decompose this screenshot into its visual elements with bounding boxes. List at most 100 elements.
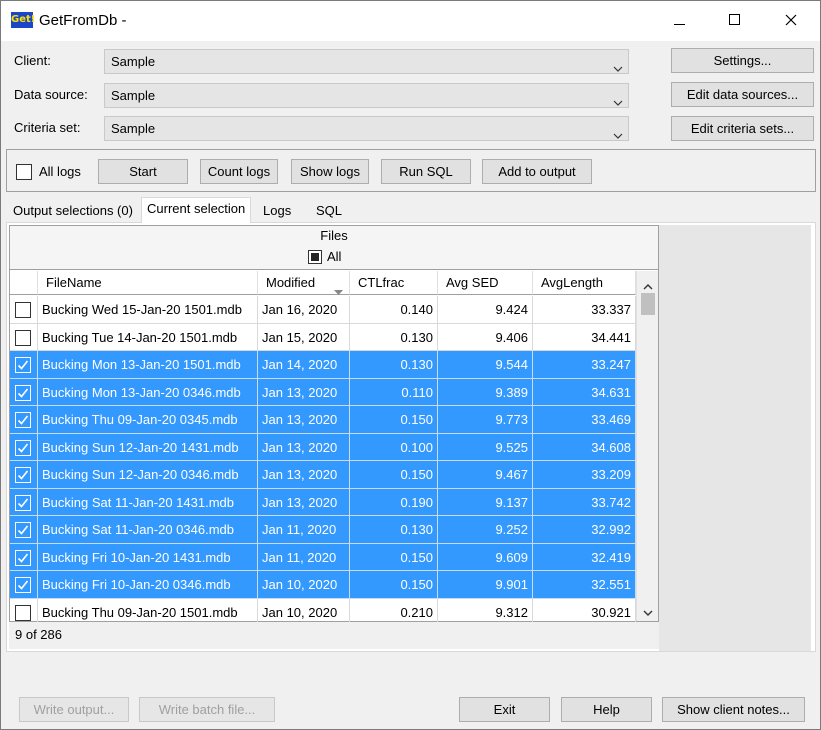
row-checkbox-cell[interactable] <box>10 461 38 489</box>
show-client-notes-button[interactable]: Show client notes... <box>662 697 805 722</box>
all-logs-checkbox[interactable] <box>16 164 32 180</box>
column-header-filename[interactable]: FileName <box>38 271 258 295</box>
cell-modified: Jan 16, 2020 <box>258 296 350 324</box>
cell-avglength: 34.441 <box>533 323 636 351</box>
grid-scrollbar[interactable] <box>636 271 658 621</box>
table-row[interactable]: Bucking Wed 15-Jan-20 1501.mdb Jan 16, 20… <box>10 296 636 324</box>
files-grid[interactable]: Files All FileName Modified CTLfrac Avg … <box>9 225 659 626</box>
row-checkbox-cell[interactable] <box>10 571 38 599</box>
table-row[interactable]: Bucking Mon 13-Jan-20 0346.mdb Jan 13, 20… <box>10 378 636 406</box>
add-to-output-button[interactable]: Add to output <box>482 159 592 184</box>
table-row[interactable]: Bucking Sun 12-Jan-20 0346.mdb Jan 13, 20… <box>10 461 636 489</box>
edit-datasources-button[interactable]: Edit data sources... <box>671 82 814 107</box>
edit-criteria-button[interactable]: Edit criteria sets... <box>671 116 814 141</box>
row-checkbox[interactable] <box>15 329 31 346</box>
scrollbar-thumb[interactable] <box>641 293 655 315</box>
row-checkbox[interactable] <box>15 604 31 621</box>
table-row[interactable]: Bucking Thu 09-Jan-20 0345.mdb Jan 13, 20… <box>10 406 636 434</box>
cell-modified: Jan 10, 2020 <box>258 571 350 599</box>
checkmark-icon <box>17 498 29 508</box>
count-logs-button[interactable]: Count logs <box>200 159 278 184</box>
chevron-down-icon <box>613 124 623 139</box>
row-checkbox-cell[interactable] <box>10 406 38 434</box>
settings-button[interactable]: Settings... <box>671 48 814 73</box>
row-checkbox-cell[interactable] <box>10 351 38 379</box>
row-checkbox-cell[interactable] <box>10 433 38 461</box>
start-button[interactable]: Start <box>98 159 188 184</box>
cell-modified: Jan 13, 2020 <box>258 433 350 461</box>
write-batch-file-button[interactable]: Write batch file... <box>139 697 275 722</box>
row-checkbox[interactable] <box>15 302 31 318</box>
select-all[interactable]: All <box>308 249 341 264</box>
row-checkbox-cell[interactable] <box>10 378 38 406</box>
exit-button[interactable]: Exit <box>459 697 550 722</box>
row-checkbox[interactable] <box>15 357 31 373</box>
table-row[interactable]: Bucking Sat 11-Jan-20 0346.mdb Jan 11, 20… <box>10 516 636 544</box>
table-row[interactable]: Bucking Mon 13-Jan-20 1501.mdb Jan 14, 20… <box>10 351 636 379</box>
criteria-select[interactable]: Sample <box>104 116 629 141</box>
action-toolbar: All logs Start Count logs Show logs Run … <box>6 149 816 192</box>
grid-group-header: Files All <box>10 226 658 270</box>
chevron-down-icon <box>613 91 623 106</box>
show-logs-button[interactable]: Show logs <box>291 159 369 184</box>
write-output-button[interactable]: Write output... <box>19 697 129 722</box>
row-checkbox[interactable] <box>15 412 31 428</box>
row-checkbox[interactable] <box>15 384 31 401</box>
checkmark-icon <box>17 580 29 590</box>
row-checkbox[interactable] <box>15 522 31 538</box>
window-title: GetFromDb - <box>39 12 127 29</box>
cell-filename: Bucking Thu 09-Jan-20 0345.mdb <box>38 406 258 434</box>
maximize-button[interactable] <box>707 1 763 41</box>
row-checkbox[interactable] <box>15 467 31 483</box>
checkmark-icon <box>17 443 29 453</box>
cell-ctlfrac: 0.150 <box>350 543 438 571</box>
row-checkbox[interactable] <box>15 549 31 566</box>
cell-modified: Jan 13, 2020 <box>258 406 350 434</box>
cell-avglength: 33.742 <box>533 488 636 516</box>
minimize-button[interactable] <box>651 1 707 41</box>
select-all-checkbox[interactable] <box>308 249 322 264</box>
client-select[interactable]: Sample <box>104 49 629 74</box>
row-checkbox-cell[interactable] <box>10 488 38 516</box>
help-button[interactable]: Help <box>561 697 652 722</box>
cell-modified: Jan 13, 2020 <box>258 461 350 489</box>
tab-sql[interactable]: SQL <box>310 200 348 222</box>
title-bar[interactable]: Get! GetFromDb - <box>1 1 820 41</box>
grid-footer-strip <box>6 651 816 679</box>
datasource-select[interactable]: Sample <box>104 83 629 108</box>
row-checkbox-cell[interactable] <box>10 543 38 571</box>
cell-modified: Jan 15, 2020 <box>258 323 350 351</box>
run-sql-button[interactable]: Run SQL <box>381 159 471 184</box>
cell-filename: Bucking Sun 12-Jan-20 1431.mdb <box>38 433 258 461</box>
column-header-avglength[interactable]: AvgLength <box>533 271 636 295</box>
tab-logs[interactable]: Logs <box>257 200 297 222</box>
cell-filename: Bucking Mon 13-Jan-20 0346.mdb <box>38 378 258 406</box>
table-row[interactable]: Bucking Sun 12-Jan-20 1431.mdb Jan 13, 20… <box>10 433 636 461</box>
close-button[interactable] <box>763 1 819 41</box>
cell-avg-sed: 9.252 <box>438 516 533 544</box>
tab-current-selection[interactable]: Current selection <box>141 197 252 223</box>
select-all-label: All <box>327 249 342 264</box>
grid-group-title: Files <box>320 228 348 243</box>
table-row[interactable]: Bucking Sat 11-Jan-20 1431.mdb Jan 13, 20… <box>10 488 636 516</box>
table-row[interactable]: Bucking Fri 10-Jan-20 1431.mdb Jan 11, 20… <box>10 543 636 571</box>
column-header-avg-sed[interactable]: Avg SED <box>438 271 533 295</box>
cell-avg-sed: 9.137 <box>438 488 533 516</box>
row-checkbox[interactable] <box>15 494 31 511</box>
cell-avg-sed: 9.525 <box>438 433 533 461</box>
scroll-up-icon[interactable] <box>643 278 653 293</box>
checkmark-icon <box>17 525 29 535</box>
tab-output-selections[interactable]: Output selections (0) <box>7 200 139 222</box>
scroll-down-icon[interactable] <box>643 605 653 620</box>
row-checkbox-cell[interactable] <box>10 296 38 324</box>
cell-avglength: 34.608 <box>533 433 636 461</box>
row-checkbox[interactable] <box>15 439 31 456</box>
cell-filename: Bucking Wed 15-Jan-20 1501.mdb <box>38 296 258 324</box>
row-checkbox-cell[interactable] <box>10 516 38 544</box>
table-row[interactable]: Bucking Fri 10-Jan-20 0346.mdb Jan 10, 20… <box>10 571 636 599</box>
row-checkbox-cell[interactable] <box>10 323 38 351</box>
column-header-ctlfrac[interactable]: CTLfrac <box>350 271 438 295</box>
row-checkbox[interactable] <box>15 577 31 593</box>
column-header-modified[interactable]: Modified <box>258 271 350 295</box>
table-row[interactable]: Bucking Tue 14-Jan-20 1501.mdb Jan 15, 20… <box>10 323 636 351</box>
